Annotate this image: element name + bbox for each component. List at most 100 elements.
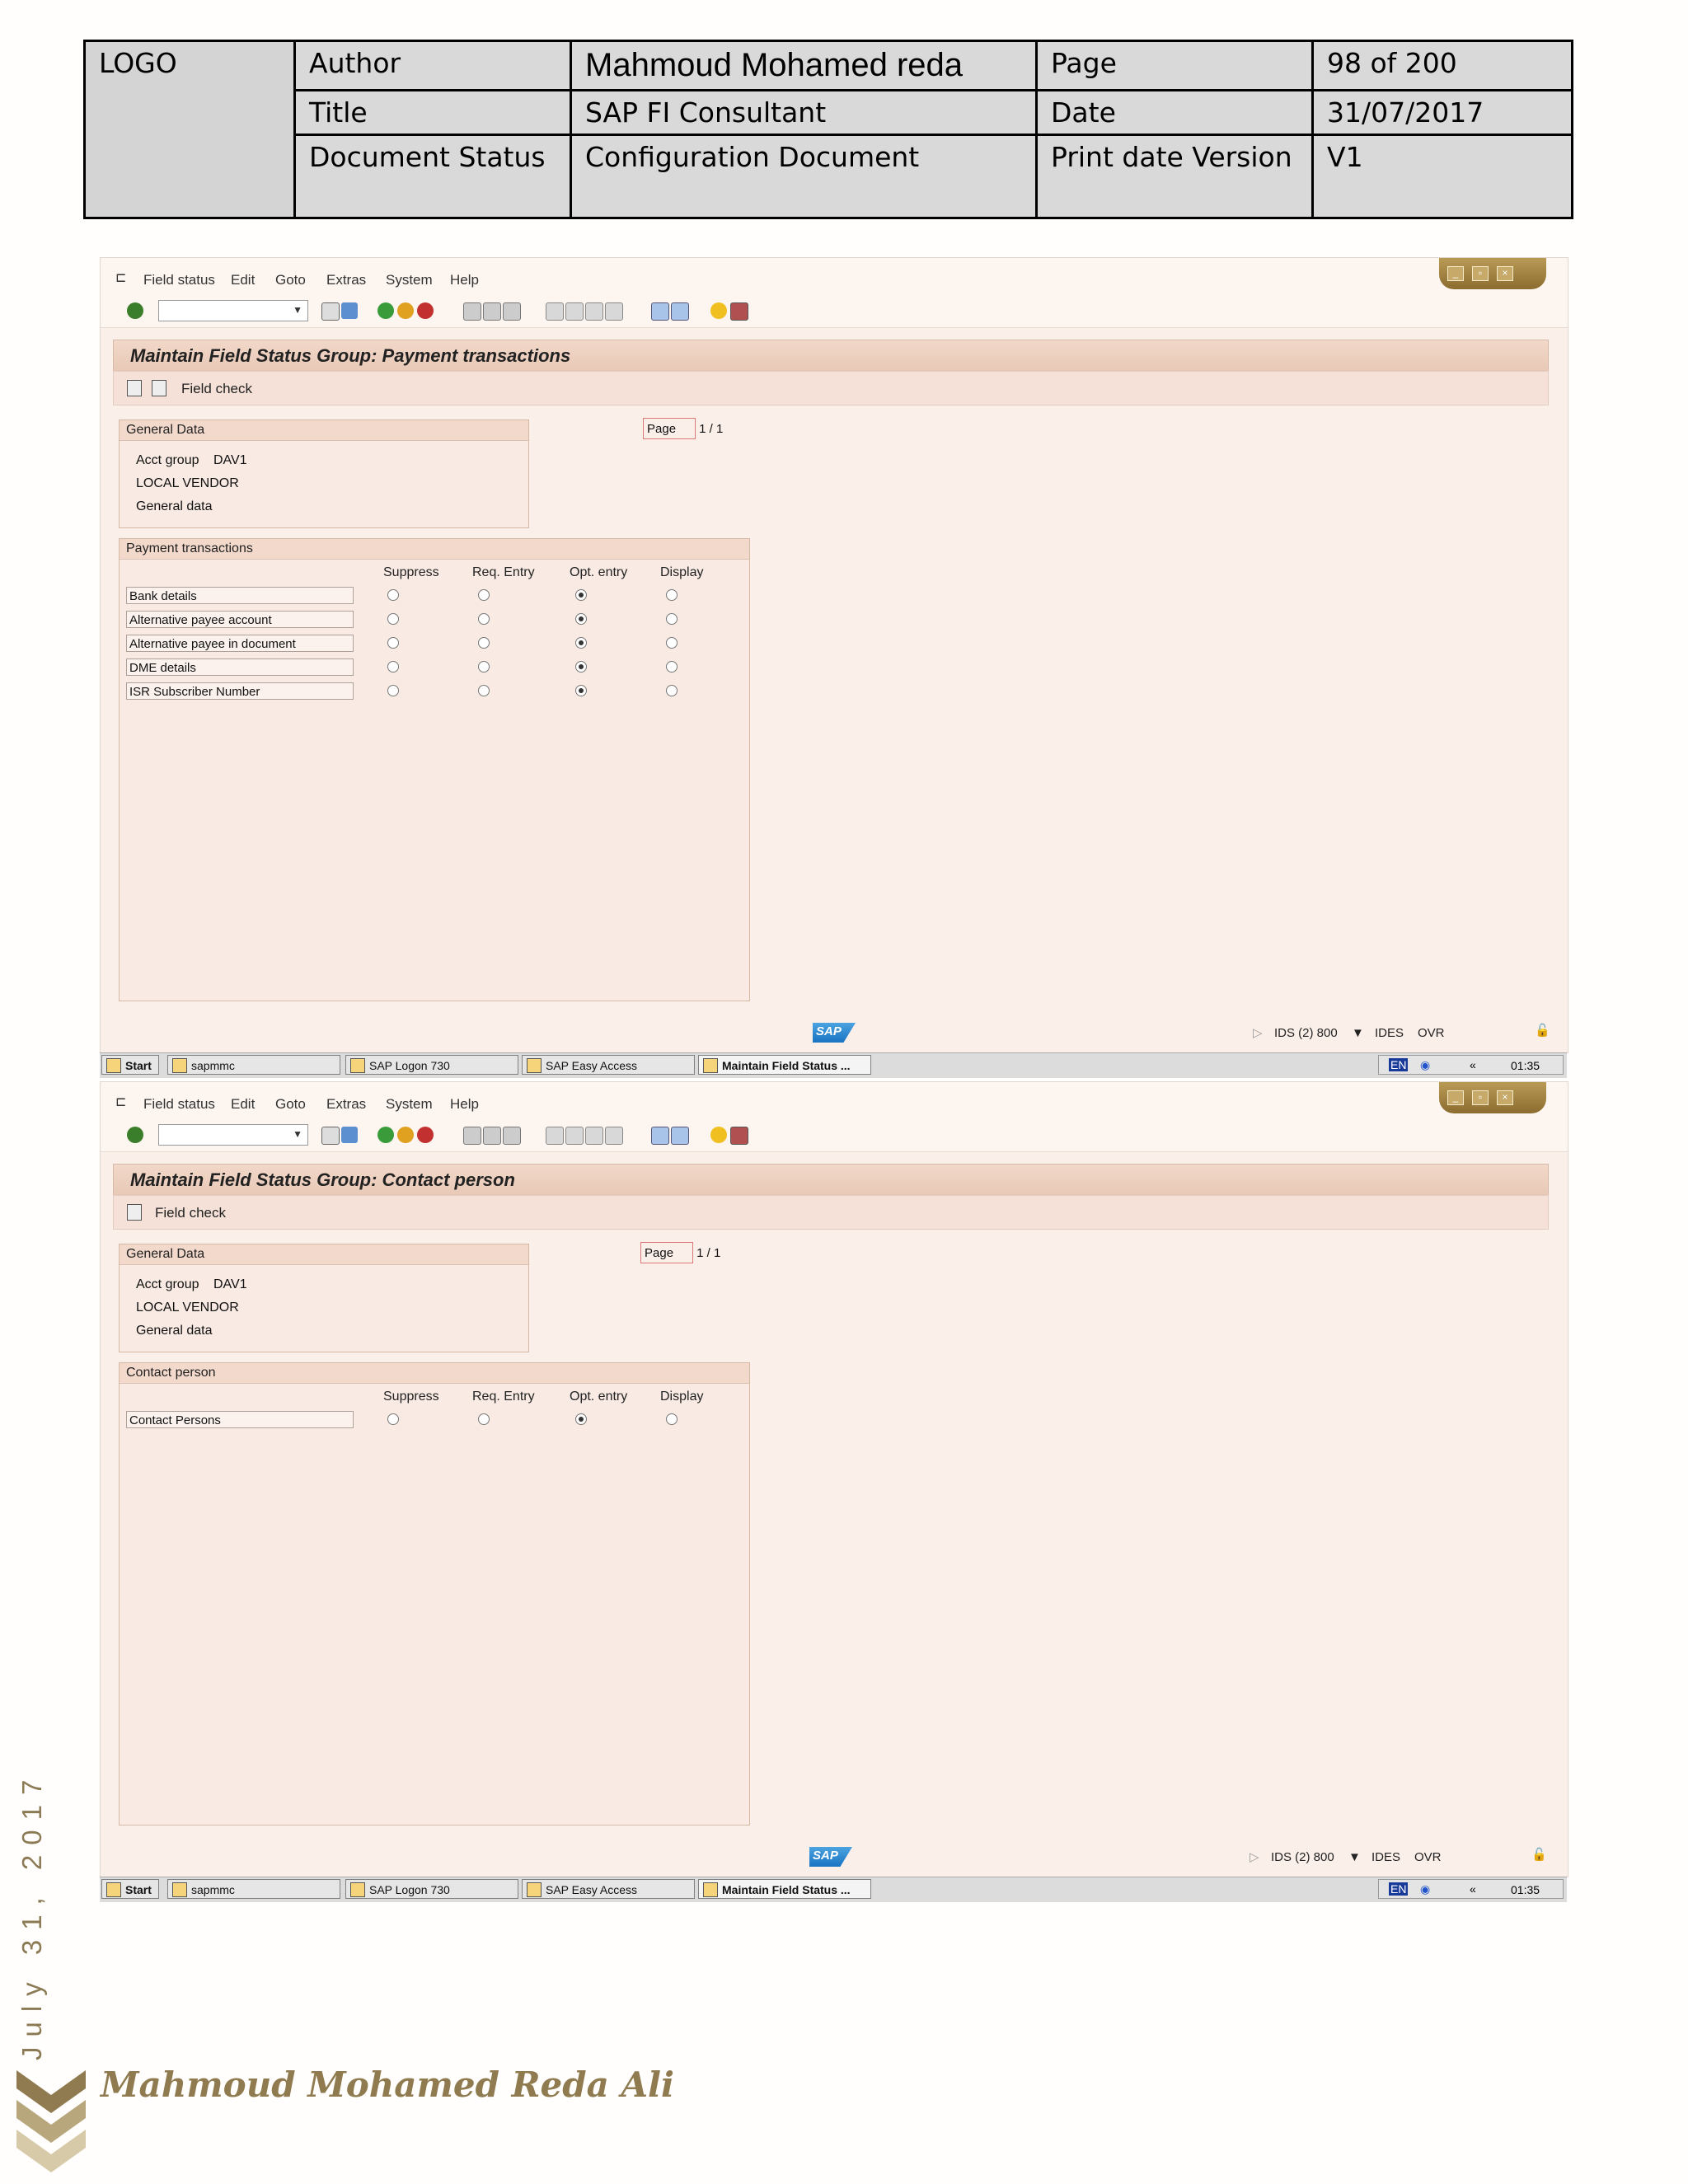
suppress-radio[interactable] (387, 637, 399, 649)
menu-extras[interactable]: Extras (326, 1096, 366, 1113)
command-field[interactable]: ▼ (158, 300, 308, 321)
display-radio[interactable] (666, 661, 678, 673)
chevron-down-icon[interactable]: ▼ (293, 304, 302, 316)
previous-page-icon[interactable] (565, 1127, 584, 1145)
req-entry-radio[interactable] (478, 1413, 490, 1425)
save-icon[interactable] (341, 302, 358, 319)
new-session-icon[interactable] (651, 302, 669, 321)
enter-icon[interactable] (127, 302, 143, 319)
opt-entry-radio[interactable] (575, 1413, 587, 1425)
save-grid-icon[interactable] (127, 380, 142, 396)
taskbar-item-saplogon[interactable]: SAP Logon 730 (345, 1879, 518, 1899)
display-radio[interactable] (666, 589, 678, 601)
taskbar-item-sapmmc[interactable]: sapmmc (167, 1879, 340, 1899)
shortcut-icon[interactable] (671, 1127, 689, 1145)
opt-entry-radio[interactable] (575, 613, 587, 625)
req-entry-radio[interactable] (478, 661, 490, 673)
save-grid-icon[interactable] (127, 1204, 142, 1221)
start-button[interactable]: Start (101, 1055, 159, 1075)
layout-menu-icon[interactable] (730, 1127, 748, 1145)
lock-icon[interactable]: 🔓 (1531, 1847, 1547, 1862)
next-page-icon[interactable] (585, 1127, 603, 1145)
minimize-icon[interactable]: _ (1447, 1090, 1464, 1105)
back-arrow-icon[interactable] (321, 302, 340, 321)
display-radio[interactable] (666, 685, 678, 696)
maximize-icon[interactable]: ▫ (1472, 1090, 1489, 1105)
back-arrow-icon[interactable] (321, 1127, 340, 1145)
taskbar-item-saplogon[interactable]: SAP Logon 730 (345, 1055, 518, 1075)
network-icon[interactable]: « (1470, 1882, 1476, 1896)
status-arrow-icon[interactable]: ▷ (1250, 1849, 1259, 1864)
lock-icon[interactable]: 🔓 (1535, 1023, 1550, 1038)
menu-help[interactable]: Help (450, 272, 479, 288)
opt-entry-radio[interactable] (575, 637, 587, 649)
minimize-icon[interactable]: _ (1447, 266, 1464, 281)
layout-menu-icon[interactable] (730, 302, 748, 321)
find-next-icon[interactable] (503, 1127, 521, 1145)
field-check-button[interactable]: Field check (155, 1205, 226, 1221)
first-page-icon[interactable] (546, 302, 564, 321)
help-icon[interactable] (710, 302, 727, 319)
chevron-down-icon[interactable]: ▼ (293, 1128, 302, 1140)
display-radio[interactable] (666, 613, 678, 625)
taskbar-item-easy-access[interactable]: SAP Easy Access (522, 1879, 695, 1899)
suppress-radio[interactable] (387, 613, 399, 625)
menu-edit[interactable]: Edit (231, 272, 255, 288)
status-arrow-icon[interactable]: ▷ (1253, 1025, 1263, 1040)
suppress-radio[interactable] (387, 589, 399, 601)
new-session-icon[interactable] (651, 1127, 669, 1145)
opt-entry-radio[interactable] (575, 589, 587, 601)
find-icon[interactable] (483, 302, 501, 321)
first-page-icon[interactable] (546, 1127, 564, 1145)
taskbar-item-maintain[interactable]: Maintain Field Status ... (698, 1879, 871, 1899)
menu-icon[interactable]: ⊏ (115, 269, 126, 286)
menu-goto[interactable]: Goto (275, 272, 306, 288)
cancel-icon[interactable] (417, 302, 434, 319)
menu-edit[interactable]: Edit (231, 1096, 255, 1113)
shortcut-icon[interactable] (671, 302, 689, 321)
back-icon[interactable] (377, 1127, 394, 1143)
menu-system[interactable]: System (386, 272, 433, 288)
help-tray-icon[interactable]: ◉ (1420, 1882, 1430, 1896)
opt-entry-radio[interactable] (575, 661, 587, 673)
req-entry-radio[interactable] (478, 613, 490, 625)
save-icon[interactable] (341, 1127, 358, 1143)
language-indicator[interactable]: EN (1389, 1882, 1409, 1896)
menu-system[interactable]: System (386, 1096, 433, 1113)
menu-help[interactable]: Help (450, 1096, 479, 1113)
start-button[interactable]: Start (101, 1879, 159, 1899)
exit-icon[interactable] (397, 302, 414, 319)
previous-page-icon[interactable] (565, 302, 584, 321)
close-icon[interactable]: × (1497, 266, 1513, 281)
display-radio[interactable] (666, 637, 678, 649)
last-page-icon[interactable] (605, 1127, 623, 1145)
menu-field-status[interactable]: Field status (143, 1096, 215, 1113)
menu-extras[interactable]: Extras (326, 272, 366, 288)
find-next-icon[interactable] (503, 302, 521, 321)
network-icon[interactable]: « (1470, 1058, 1476, 1071)
enter-icon[interactable] (127, 1127, 143, 1143)
last-page-icon[interactable] (605, 302, 623, 321)
close-icon[interactable]: × (1497, 1090, 1513, 1105)
field-check-button[interactable]: Field check (181, 381, 252, 397)
req-entry-radio[interactable] (478, 589, 490, 601)
taskbar-item-sapmmc[interactable]: sapmmc (167, 1055, 340, 1075)
next-screen-icon[interactable] (152, 380, 166, 396)
help-tray-icon[interactable]: ◉ (1420, 1058, 1430, 1072)
cancel-icon[interactable] (417, 1127, 434, 1143)
command-field[interactable]: ▼ (158, 1124, 308, 1146)
menu-goto[interactable]: Goto (275, 1096, 306, 1113)
back-icon[interactable] (377, 302, 394, 319)
help-icon[interactable] (710, 1127, 727, 1143)
suppress-radio[interactable] (387, 1413, 399, 1425)
print-icon[interactable] (463, 1127, 481, 1145)
exit-icon[interactable] (397, 1127, 414, 1143)
print-icon[interactable] (463, 302, 481, 321)
suppress-radio[interactable] (387, 685, 399, 696)
language-indicator[interactable]: EN (1389, 1058, 1409, 1071)
display-radio[interactable] (666, 1413, 678, 1425)
find-icon[interactable] (483, 1127, 501, 1145)
maximize-icon[interactable]: ▫ (1472, 266, 1489, 281)
req-entry-radio[interactable] (478, 637, 490, 649)
menu-icon[interactable]: ⊏ (115, 1094, 126, 1110)
